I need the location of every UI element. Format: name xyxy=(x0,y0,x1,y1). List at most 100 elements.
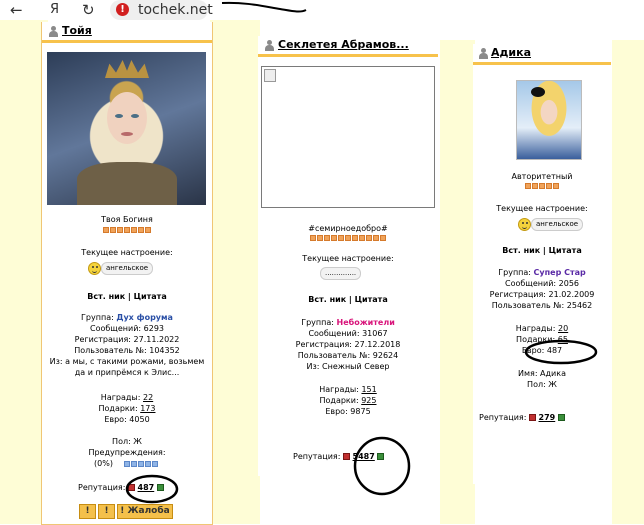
yandex-icon[interactable]: Я xyxy=(50,2,59,17)
mood-value: ангельское xyxy=(531,218,584,231)
browser-toolbar: ← Я ↻ ! tochek.net xyxy=(0,0,240,20)
nick-quote-links[interactable]: Вст. ник | Цитата xyxy=(258,295,438,304)
group-label: Группа: xyxy=(81,313,114,322)
reload-icon[interactable]: ↻ xyxy=(82,1,95,19)
profile-header: Адика xyxy=(473,44,611,65)
gifts-line: Подарки: 173 xyxy=(42,404,212,413)
rank-squares xyxy=(473,183,611,190)
page-background xyxy=(210,20,260,524)
group-value: Небожители xyxy=(336,318,395,327)
user-status-text: #семирноедобро# xyxy=(308,224,388,233)
avatar xyxy=(516,80,582,160)
group-label: Группа: xyxy=(498,268,531,277)
gifts-link[interactable]: 173 xyxy=(140,404,155,413)
profile-header: Тойя xyxy=(42,22,212,43)
gender: Пол: Ж xyxy=(527,380,557,389)
user-icon xyxy=(264,40,275,51)
messages-count: Сообщений: 6293 xyxy=(90,324,164,333)
username-link[interactable]: Секлетея Абрамов... xyxy=(278,38,409,51)
awards-link[interactable]: 20 xyxy=(558,324,568,333)
rep-minus-icon[interactable] xyxy=(127,484,135,491)
group-value: Супер Стар xyxy=(533,268,586,277)
page-background xyxy=(440,40,475,524)
report-button[interactable]: ! Жалоба xyxy=(117,504,173,519)
reputation-line: Репутация: 5487 xyxy=(293,452,385,461)
profile-card: Тойя Твоя Богиня Текущее настроение: анг… xyxy=(41,22,213,525)
gifts-line: Подарки: 65 xyxy=(473,335,611,344)
registration-date: Регистрация: 27.11.2022 xyxy=(74,335,180,344)
from-text: Из: а мы, с такими рожами, возьмем xyxy=(49,357,205,366)
from-text: Из: Снежный Север xyxy=(306,362,390,371)
messages-count: Сообщений: 31067 xyxy=(308,329,388,338)
group-value: Дух форума xyxy=(116,313,173,322)
warning-icon: ! xyxy=(116,3,129,16)
reputation-line: Репутация: 279 xyxy=(479,413,565,422)
address-bar[interactable]: ! tochek.net xyxy=(110,0,213,20)
rep-minus-icon[interactable] xyxy=(342,453,350,460)
rep-minus-icon[interactable] xyxy=(528,414,536,421)
group-line: Группа: Дух форума xyxy=(42,313,212,322)
rep-plus-icon[interactable] xyxy=(156,484,164,491)
rank-squares xyxy=(258,235,438,242)
reputation-value[interactable]: 5487 xyxy=(353,452,375,461)
group-line: Группа: Небожители xyxy=(258,318,438,327)
awards-label: Награды: xyxy=(319,385,359,394)
mood-value: ангельское xyxy=(101,262,154,275)
reputation-label: Репутация: xyxy=(479,413,527,422)
warnings-value: (0%) xyxy=(94,459,113,468)
reputation-line: Репутация: 487 xyxy=(78,483,164,492)
gifts-link[interactable]: 925 xyxy=(361,396,376,405)
user-icon xyxy=(48,26,59,37)
action-button[interactable]: ! xyxy=(98,504,115,519)
page-background xyxy=(612,40,644,524)
rep-plus-icon[interactable] xyxy=(377,453,385,460)
mood-badge: ангельское xyxy=(518,218,588,231)
gifts-link[interactable]: 65 xyxy=(558,335,568,344)
user-status-text: Авторитетный xyxy=(511,172,573,181)
avatar xyxy=(47,52,206,205)
awards-label: Награды: xyxy=(100,393,141,402)
rank-squares xyxy=(42,227,212,234)
reputation-value[interactable]: 487 xyxy=(138,483,155,492)
mood-value: .............. xyxy=(320,267,362,280)
from-text: да и припрёмся к Элис... xyxy=(74,368,180,377)
awards-link[interactable]: 22 xyxy=(143,393,153,402)
action-button[interactable]: ! xyxy=(79,504,96,519)
warnings-label: Предупреждения: xyxy=(88,448,166,457)
user-number: Пользователь №: 104352 xyxy=(74,346,180,355)
nick-quote-links[interactable]: Вст. ник | Цитата xyxy=(473,246,611,255)
reputation-label: Репутация: xyxy=(78,483,126,492)
profile-card: Адика Авторитетный Текущее настроение: а… xyxy=(473,44,611,484)
gender: Пол: Ж xyxy=(112,437,142,446)
warning-squares xyxy=(124,461,166,468)
euro-balance: Евро: 4050 xyxy=(104,415,150,424)
user-status-text: Твоя Богиня xyxy=(101,215,153,224)
smiley-icon xyxy=(88,262,101,275)
nick-quote-links[interactable]: Вст. ник | Цитата xyxy=(42,292,212,301)
group-line: Группа: Супер Стар xyxy=(473,268,611,277)
awards-label: Награды: xyxy=(515,324,556,333)
rep-plus-icon[interactable] xyxy=(557,414,565,421)
reputation-value[interactable]: 279 xyxy=(539,413,556,422)
awards-link[interactable]: 151 xyxy=(361,385,376,394)
euro-balance: Евро: 9875 xyxy=(325,407,371,416)
profile-card: Секлетея Абрамов... #семирноедобро# Теку… xyxy=(258,36,438,476)
mood-badge: .............. xyxy=(320,267,380,280)
profile-header: Секлетея Абрамов... xyxy=(258,36,438,57)
broken-avatar-image xyxy=(261,66,435,208)
registration-date: Регистрация: 27.12.2018 xyxy=(295,340,401,349)
back-arrow-icon[interactable]: ← xyxy=(10,1,23,19)
mood-label: Текущее настроение: xyxy=(496,204,588,213)
username-link[interactable]: Адика xyxy=(491,46,531,59)
awards-line: Награды: 20 xyxy=(473,324,611,333)
awards-line: Награды: 22 xyxy=(42,393,212,402)
mood-label: Текущее настроение: xyxy=(302,254,394,263)
euro-balance: Евро: 487 xyxy=(521,346,563,355)
user-number: Пользователь №: 92624 xyxy=(297,351,399,360)
url-text: tochek.net xyxy=(138,2,213,18)
smiley-icon xyxy=(518,218,531,231)
broken-image-icon xyxy=(264,69,276,82)
group-label: Группа: xyxy=(301,318,334,327)
user-icon xyxy=(478,48,489,59)
username-link[interactable]: Тойя xyxy=(62,24,92,37)
